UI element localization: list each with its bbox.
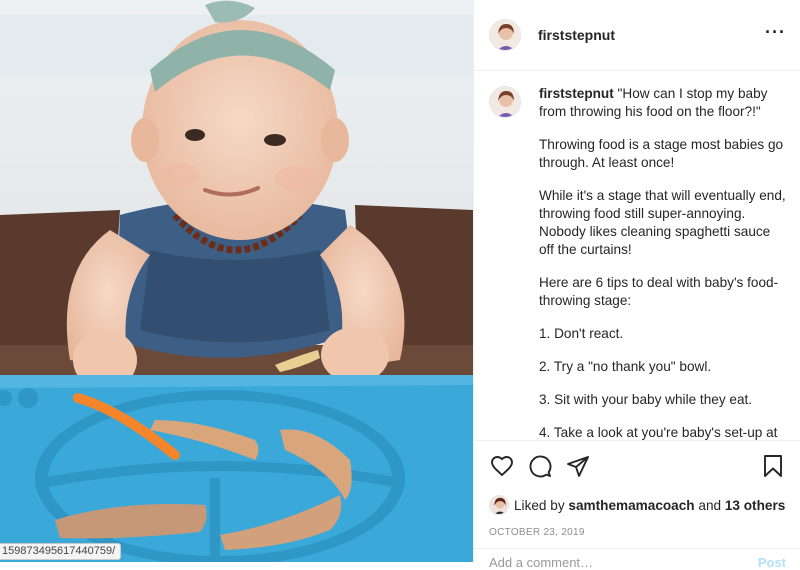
caption-username[interactable]: firststepnut — [539, 86, 614, 101]
liked-by-prefix: Liked by — [514, 497, 565, 513]
caption-paragraph: Here are 6 tips to deal with baby's food… — [539, 275, 779, 308]
caption-paragraph: Throwing food is a stage most babies go … — [539, 137, 784, 170]
post-sidebar: firststepnut ··· firststepnut "How can I… — [473, 0, 800, 570]
share-paper-plane-icon[interactable] — [565, 453, 591, 479]
image-url-fragment: 1598734956174407​59/ — [0, 543, 122, 560]
avatar[interactable] — [489, 19, 521, 51]
liked-by-connector: and — [698, 497, 722, 513]
liker-avatar-icon — [490, 496, 508, 514]
action-icon-row — [489, 453, 786, 479]
comment-input[interactable]: Add a comment… — [489, 555, 593, 570]
bookmark-icon[interactable] — [760, 453, 786, 479]
caption-tip: 2. Try a "no thank you" bowl. — [539, 359, 712, 374]
liker-username[interactable]: samthemamacoach — [568, 498, 694, 513]
post-header: firststepnut ··· — [474, 0, 800, 71]
caption-text: firststepnut "How can I stop my baby fro… — [539, 85, 786, 440]
profile-avatar-icon — [490, 20, 520, 50]
caption-paragraph: While it's a stage that will eventually … — [539, 188, 786, 257]
post-photo[interactable]: 1598734956174407​59/ — [0, 0, 473, 562]
liker-avatar[interactable] — [489, 495, 509, 515]
heart-icon[interactable] — [489, 453, 515, 479]
comment-bar: Add a comment… Post — [474, 548, 800, 570]
post-date[interactable]: OCTOBER 23, 2019 — [489, 527, 786, 538]
likes-summary: Liked by samthemamacoach and 13 others — [489, 495, 786, 515]
more-options-icon[interactable]: ··· — [765, 23, 786, 43]
comment-icon[interactable] — [527, 453, 553, 479]
post-caption: firststepnut "How can I stop my baby fro… — [474, 72, 800, 440]
post-comment-button[interactable]: Post — [758, 555, 786, 570]
likes-others-link[interactable]: 13 others — [725, 498, 785, 513]
profile-avatar-icon — [490, 87, 520, 117]
post-username[interactable]: firststepnut — [538, 27, 765, 43]
caption-tip: 4. Take a look at you're baby's set-up a… — [539, 425, 778, 440]
baby-eating-photo — [0, 0, 473, 562]
instagram-post-window: 1598734956174407​59/ firststepnut ··· — [0, 0, 800, 570]
caption-avatar[interactable] — [489, 86, 521, 118]
caption-tip: 1. Don't react. — [539, 326, 624, 341]
post-actions: Liked by samthemamacoach and 13 others O… — [474, 440, 800, 538]
caption-first-paragraph: firststepnut "How can I stop my baby fro… — [539, 85, 786, 121]
caption-tip: 3. Sit with your baby while they eat. — [539, 392, 753, 407]
